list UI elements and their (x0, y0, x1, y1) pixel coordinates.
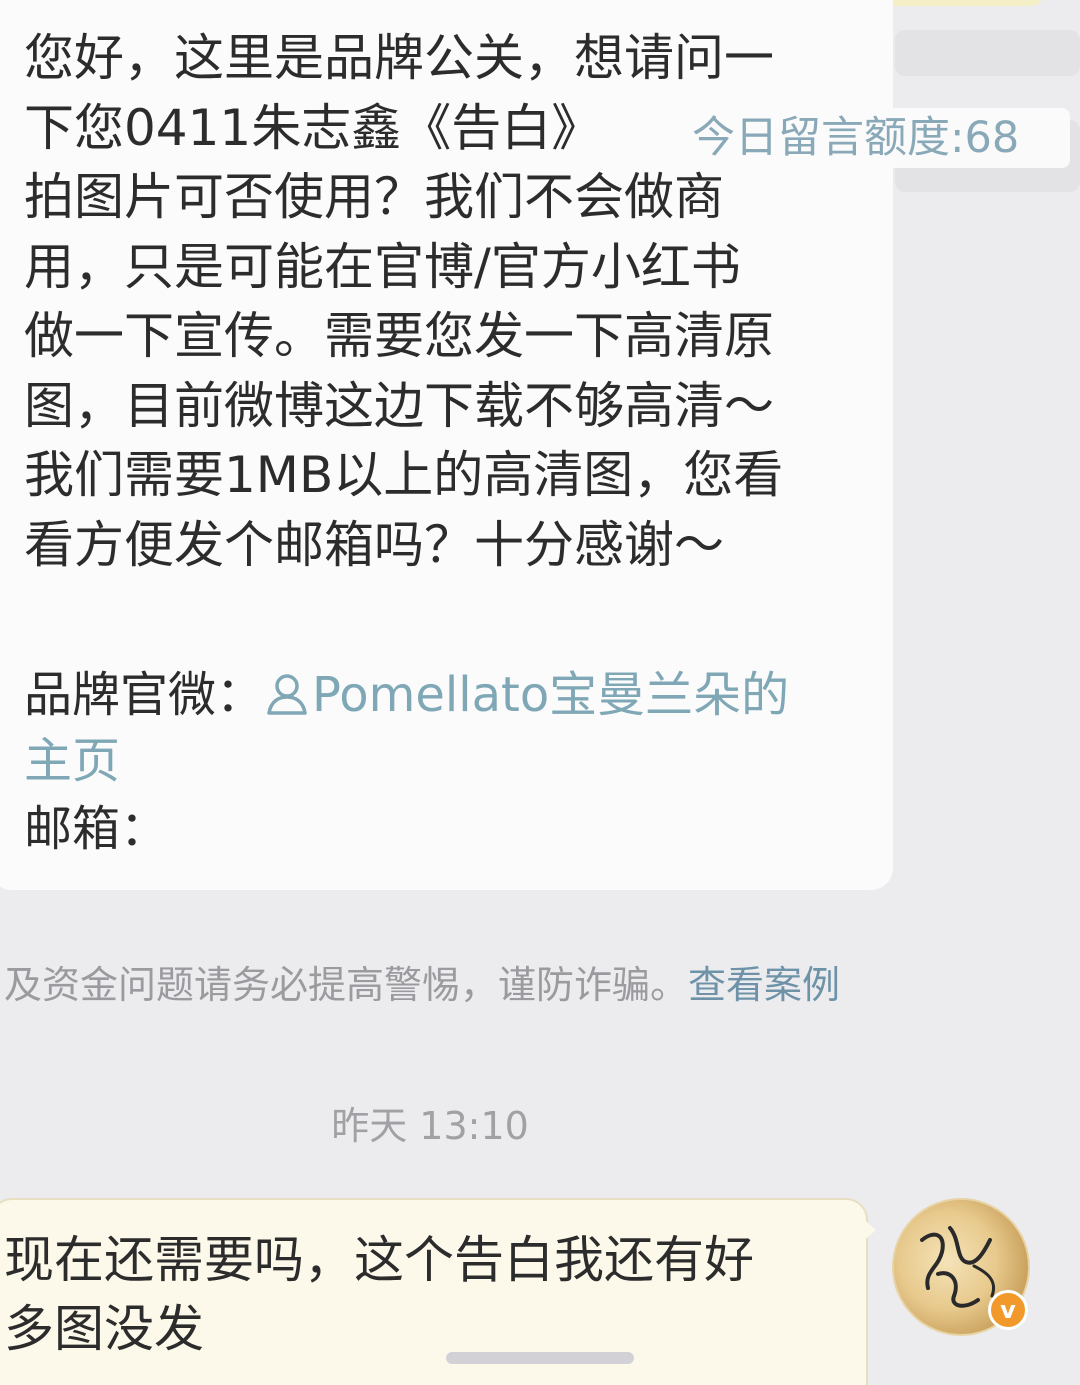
person-icon (267, 674, 307, 715)
view-cases-link[interactable]: 查看案例 (688, 963, 840, 1007)
bubble-tail (862, 1218, 876, 1242)
brand-profile-link-continued[interactable]: 主页 (24, 728, 120, 794)
verified-badge-icon: v (988, 1290, 1028, 1330)
brand-link-text: Pomellato宝曼兰朵的 (312, 667, 790, 723)
brand-label: 品牌官微： (24, 667, 265, 723)
previous-bubble-edge (872, 0, 1042, 6)
background-bubble (895, 30, 1080, 76)
brand-account-line: 品牌官微： Pomellato宝曼兰朵的 (24, 662, 789, 728)
email-label: 邮箱： (24, 801, 169, 857)
chat-screen: 您好，这里是品牌公关，想请问一 下您0411朱志鑫《告白》 拍图片可否使用？我们… (0, 0, 1080, 1385)
safety-notice: 及资金问题请务必提高警惕，谨防诈骗。查看案例 (4, 958, 1064, 1012)
outgoing-message-text: 现在还需要吗，这个告白我还有好 多图没发 (4, 1231, 754, 1358)
brand-profile-link[interactable]: Pomellato宝曼兰朵的 (264, 667, 789, 723)
message-quota-badge: 今日留言额度:68 (680, 108, 1070, 168)
home-indicator[interactable] (446, 1352, 634, 1364)
safety-notice-text: 及资金问题请务必提高警惕，谨防诈骗。 (4, 963, 689, 1007)
message-timestamp: 昨天 13:10 (331, 1104, 529, 1148)
